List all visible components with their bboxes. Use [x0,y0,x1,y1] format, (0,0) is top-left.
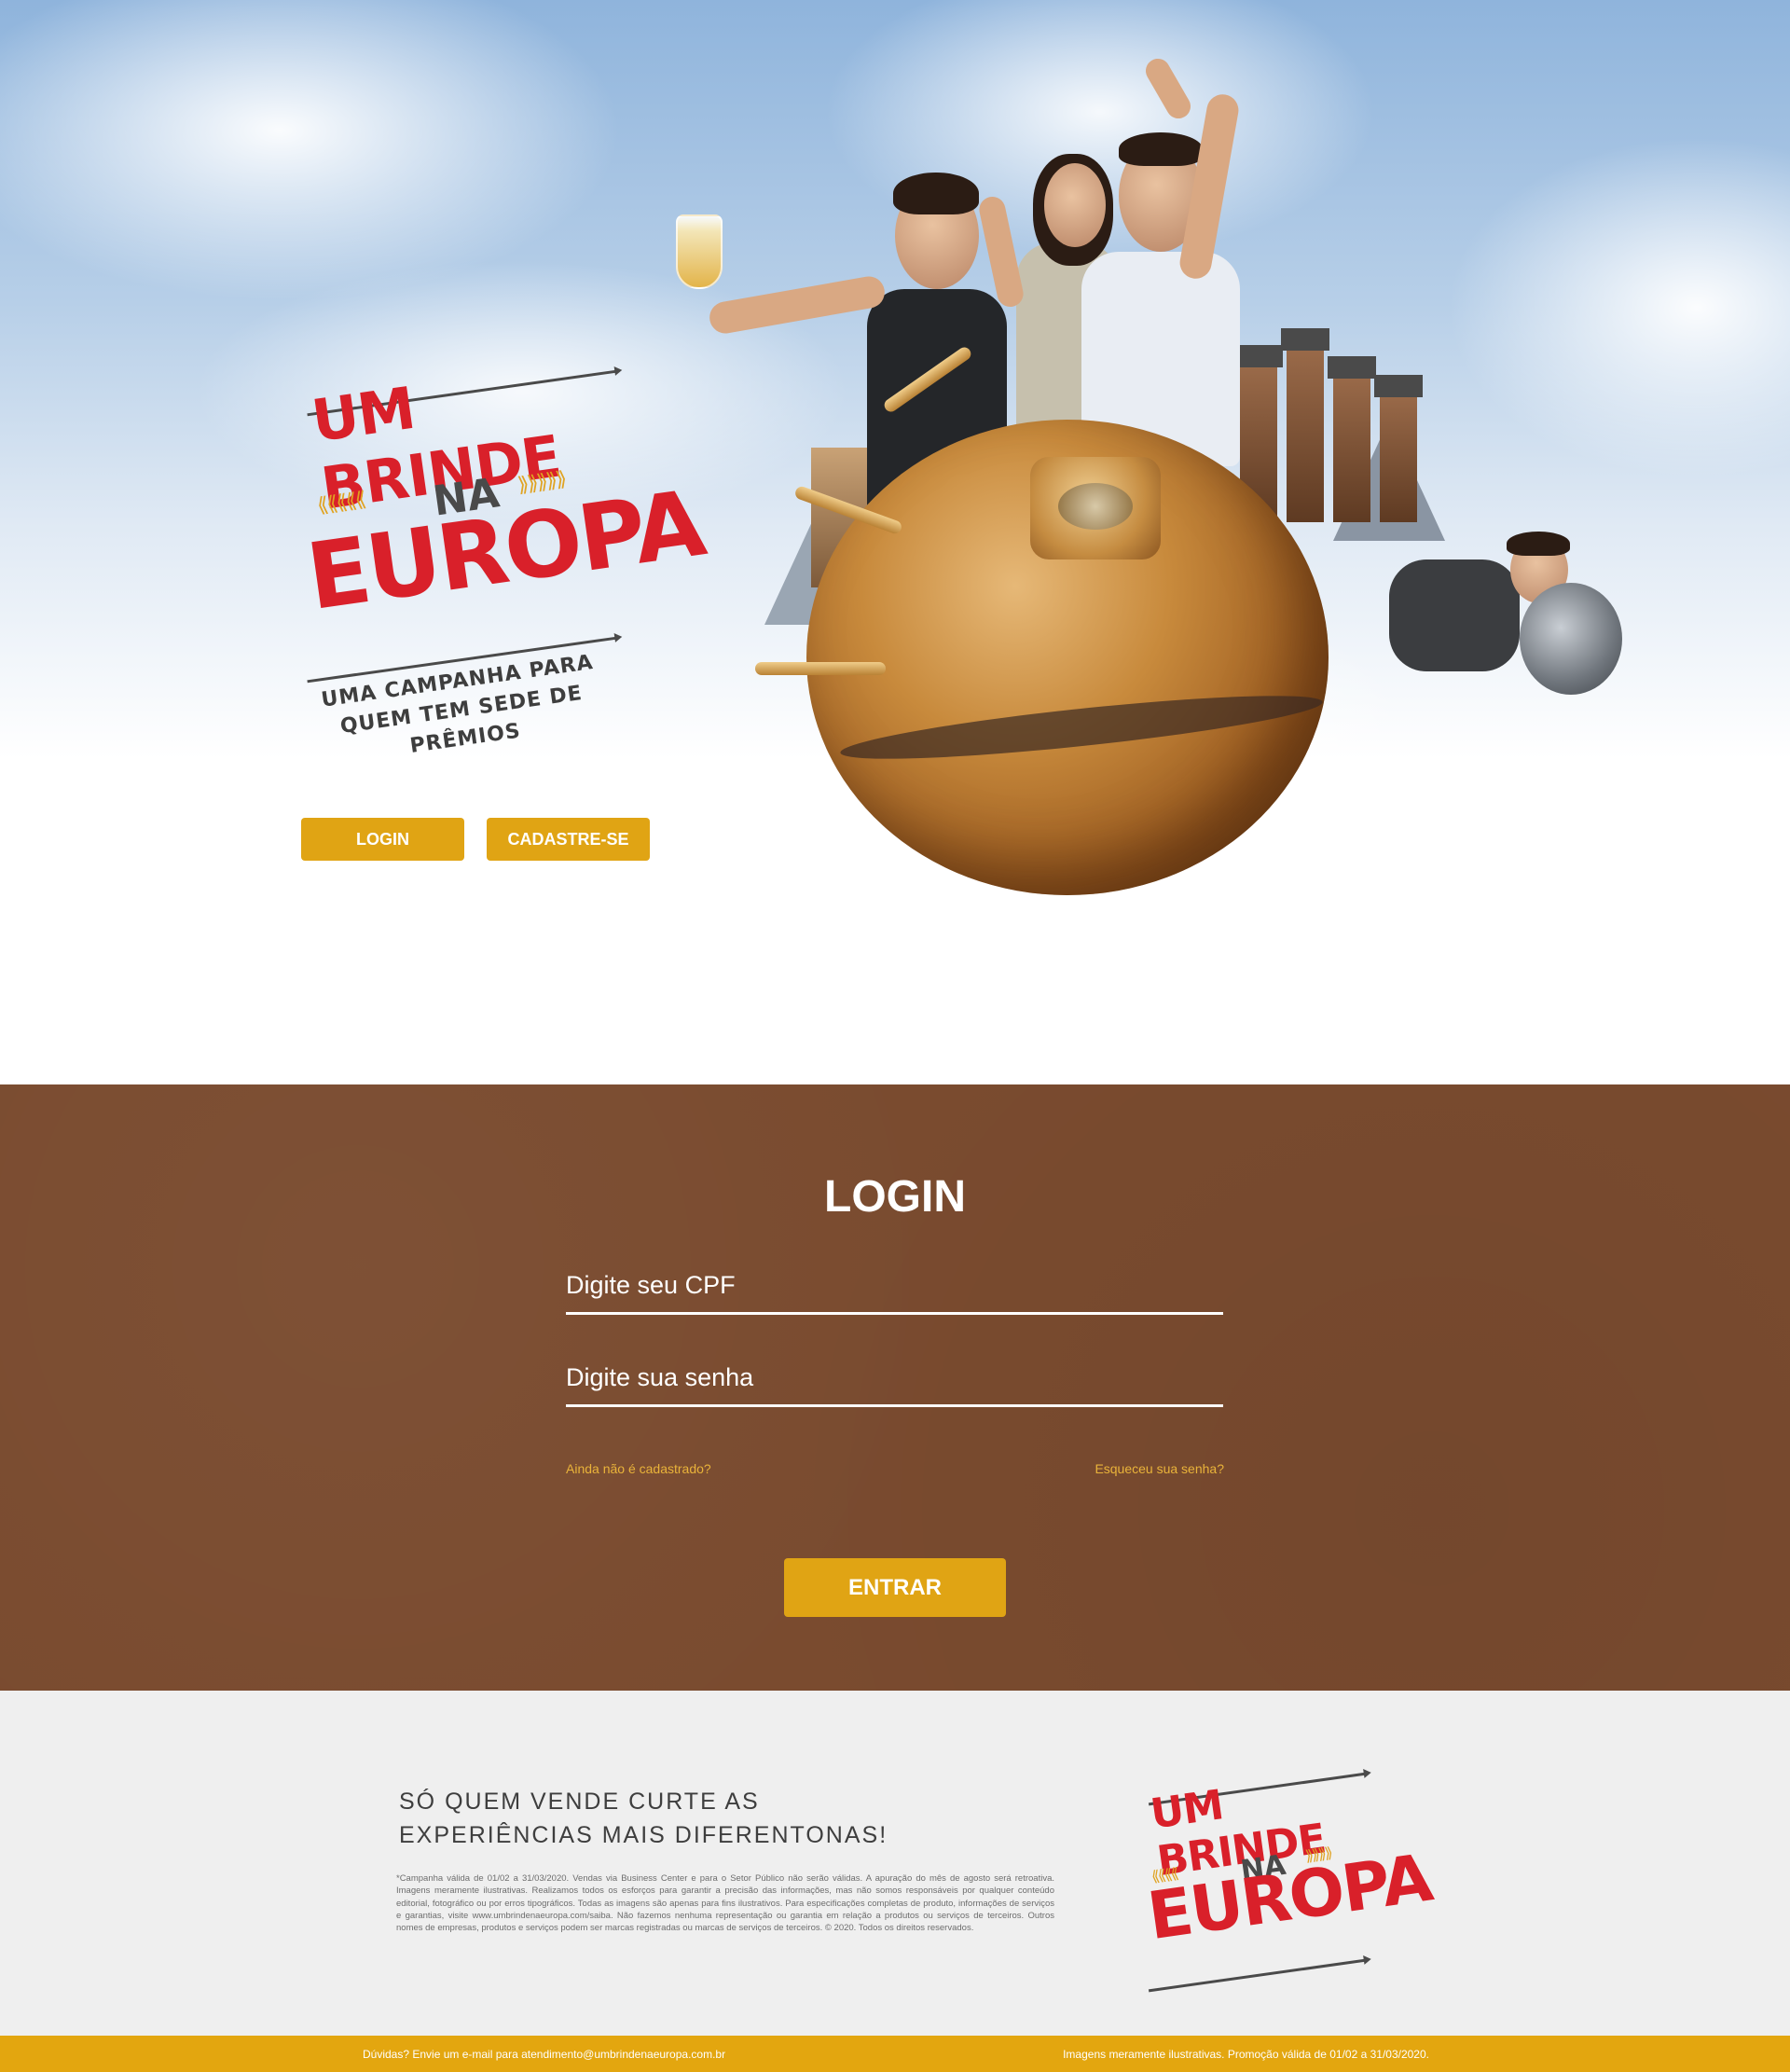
cpf-field [566,1259,1223,1315]
promo-disclaimer: Imagens meramente ilustrativas. Promoção… [1063,2048,1429,2061]
forgot-password-link[interactable]: Esqueceu sua senha? [1095,1461,1224,1476]
roof-shape [1234,345,1283,367]
footer-headline-line2: EXPERIÊNCIAS MAIS DIFERENTONAS! [399,1822,888,1849]
logo-rule-bottom [1148,1958,1367,1993]
password-input[interactable] [566,1351,1223,1404]
campaign-logo: UM BRINDE ⟪⟪⟪⟪⟪ NA ⟫⟫⟫⟫⟫ EUROPA UMA CAMP… [298,351,709,758]
logo-tagline: UMA CAMPANHA PARA QUEM TEM SEDE DE PRÊMI… [303,646,620,774]
kettle-opening [1058,483,1133,530]
bottom-bar: Dúvidas? Envie um e-mail para atendiment… [0,2036,1790,2072]
password-field [566,1351,1223,1407]
contact-info: Dúvidas? Envie um e-mail para atendiment… [363,2048,725,2061]
login-button[interactable]: LOGIN [301,818,464,861]
not-registered-link[interactable]: Ainda não é cadastrado? [566,1461,711,1476]
building-shape [1380,392,1417,522]
beer-glass-icon [676,214,723,289]
contact-prefix: Dúvidas? Envie um e-mail para [363,2048,518,2061]
roof-shape [1374,375,1423,397]
legal-text: *Campanha válida de 01/02 a 31/03/2020. … [396,1873,1054,1934]
beer-keg-icon [1520,583,1622,695]
hero-section: UM BRINDE ⟪⟪⟪⟪⟪ NA ⟫⟫⟫⟫⟫ EUROPA UMA CAMP… [0,0,1790,1084]
contact-email-link[interactable]: atendimento@umbrindenaeuropa.com.br [521,2048,725,2061]
building-shape [1333,373,1370,522]
roof-shape [1328,356,1376,379]
footer-section: SÓ QUEM VENDE CURTE AS EXPERIÊNCIAS MAIS… [0,1691,1790,2036]
roof-shape [1281,328,1329,351]
building-shape [1287,345,1324,522]
kettle-spout [755,662,886,675]
footer-headline-line1: SÓ QUEM VENDE CURTE AS [399,1789,760,1815]
hero-illustration [676,54,1641,923]
enter-button[interactable]: ENTRAR [784,1558,1006,1617]
login-section: LOGIN Ainda não é cadastrado? Esqueceu s… [0,1084,1790,1691]
register-button[interactable]: CADASTRE-SE [487,818,650,861]
login-title: LOGIN [824,1172,966,1222]
footer-campaign-logo: UM BRINDE ⟪⟪⟪⟪ NA ⟫⟫⟫⟫ EUROPA [1142,1754,1436,1993]
cpf-input[interactable] [566,1259,1223,1312]
footer-headline: SÓ QUEM VENDE CURTE AS EXPERIÊNCIAS MAIS… [399,1785,977,1853]
